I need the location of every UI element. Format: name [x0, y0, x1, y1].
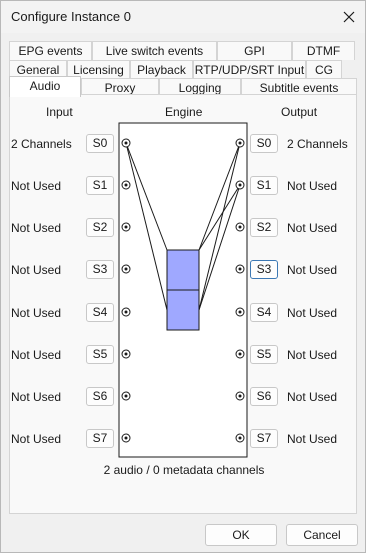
output-slot-button-s1[interactable]: S1 — [250, 176, 278, 195]
input-label-1: Not Used — [11, 179, 62, 193]
channel-summary: 2 audio / 0 metadata channels — [103, 463, 265, 477]
output-connector-dot-1 — [238, 183, 242, 187]
output-label-5: Not Used — [287, 348, 338, 362]
input-slot-button-s1[interactable]: S1 — [86, 176, 114, 195]
input-label-5: Not Used — [11, 348, 62, 362]
input-connector-dot-2 — [124, 225, 128, 229]
input-slot-button-s6[interactable]: S6 — [86, 387, 114, 406]
input-slot-button-s7[interactable]: S7 — [86, 429, 114, 448]
output-slot-button-s6[interactable]: S6 — [250, 387, 278, 406]
input-connector-dot-5 — [124, 352, 128, 356]
input-label-6: Not Used — [11, 390, 62, 404]
output-label-3: Not Used — [287, 263, 338, 277]
output-label-2: Not Used — [287, 221, 338, 235]
input-connector-dot-3 — [124, 267, 128, 271]
output-label-4: Not Used — [287, 306, 338, 320]
output-label-6: Not Used — [287, 390, 338, 404]
output-label-0: 2 Channels — [287, 137, 348, 151]
engine-diagram — [118, 122, 248, 458]
tab-cg[interactable]: CG — [306, 60, 342, 79]
input-slot-button-s2[interactable]: S2 — [86, 218, 114, 237]
input-slot-button-s3[interactable]: S3 — [86, 260, 114, 279]
input-label-4: Not Used — [11, 306, 62, 320]
engine-channel-box-0 — [166, 249, 200, 291]
configure-instance-dialog: Configure Instance 0 EPG events Live swi… — [0, 0, 366, 553]
input-label-3: Not Used — [11, 263, 62, 277]
output-connector-dot-2 — [238, 225, 242, 229]
close-button[interactable] — [333, 1, 365, 33]
input-header: Input — [46, 105, 73, 119]
output-label-1: Not Used — [287, 179, 338, 193]
output-slot-button-s4[interactable]: S4 — [250, 303, 278, 322]
output-slot-button-s3[interactable]: S3 — [250, 260, 278, 279]
tab-epg-events[interactable]: EPG events — [9, 41, 92, 60]
input-slot-button-s4[interactable]: S4 — [86, 303, 114, 322]
output-connector-dot-0 — [238, 141, 242, 145]
engine-channel-box-1 — [166, 289, 200, 331]
tab-live-switch-events[interactable]: Live switch events — [92, 41, 217, 60]
output-label-7: Not Used — [287, 432, 338, 446]
output-connector-dot-7 — [238, 436, 242, 440]
output-slot-button-s0[interactable]: S0 — [250, 134, 278, 153]
engine-header: Engine — [165, 105, 203, 119]
tab-playback[interactable]: Playback — [130, 60, 193, 79]
input-label-7: Not Used — [11, 432, 62, 446]
input-connector-dot-6 — [124, 394, 128, 398]
input-label-2: Not Used — [11, 221, 62, 235]
input-connector-dot-4 — [124, 310, 128, 314]
input-slot-button-s0[interactable]: S0 — [86, 134, 114, 153]
input-label-0: 2 Channels — [11, 137, 72, 151]
ok-button[interactable]: OK — [205, 524, 277, 546]
output-connector-dot-4 — [238, 310, 242, 314]
output-slot-button-s7[interactable]: S7 — [250, 429, 278, 448]
tab-audio[interactable]: Audio — [9, 76, 81, 97]
output-connector-dot-6 — [238, 394, 242, 398]
input-connector-dot-1 — [124, 183, 128, 187]
output-slot-button-s5[interactable]: S5 — [250, 345, 278, 364]
title-bar: Configure Instance 0 — [1, 1, 365, 33]
window-title: Configure Instance 0 — [11, 9, 131, 24]
output-slot-button-s2[interactable]: S2 — [250, 218, 278, 237]
output-connector-dot-3 — [238, 267, 242, 271]
output-header: Output — [281, 105, 318, 119]
close-icon — [343, 11, 355, 23]
tab-dtmf[interactable]: DTMF — [292, 41, 355, 60]
input-slot-button-s5[interactable]: S5 — [86, 345, 114, 364]
input-connector-dot-0 — [124, 141, 128, 145]
cancel-button[interactable]: Cancel — [286, 524, 358, 546]
output-connector-dot-5 — [238, 352, 242, 356]
tab-gpi[interactable]: GPI — [217, 41, 292, 60]
input-connector-dot-7 — [124, 436, 128, 440]
tab-rtp-udp-srt-input[interactable]: RTP/UDP/SRT Input — [193, 60, 306, 79]
